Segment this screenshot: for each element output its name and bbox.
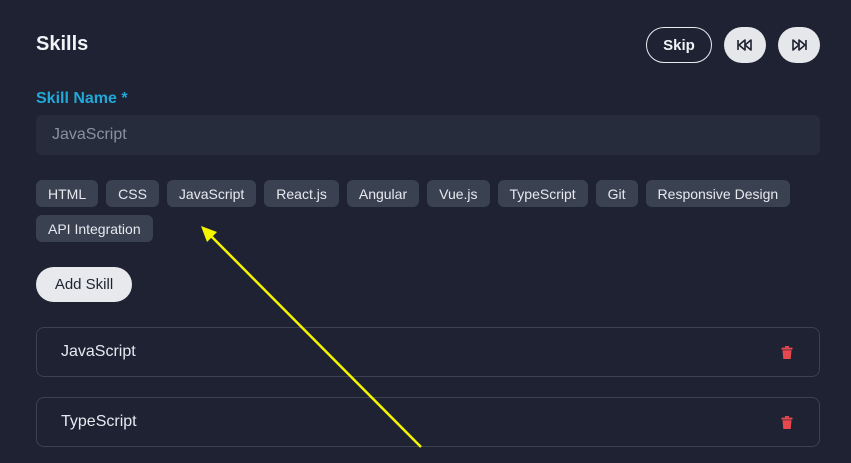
skip-back-icon [737,39,752,51]
suggestion-tag[interactable]: HTML [36,180,99,207]
added-skill-item: JavaScript [36,327,820,377]
skills-panel: Skills Skip Skill Name * HTML CSS JavaSc… [0,0,851,463]
add-skill-button[interactable]: Add Skill [36,267,132,302]
suggestion-tag[interactable]: JavaScript [166,180,257,207]
skill-name-input[interactable] [36,115,820,155]
suggestion-tag[interactable]: TypeScript [497,180,588,207]
skill-name-label: Skill Name * [36,90,128,107]
suggestion-tag[interactable]: Angular [346,180,420,207]
suggestion-tag[interactable]: CSS [106,180,159,207]
suggestion-tag[interactable]: Git [595,180,638,207]
skill-suggestions: HTML CSS JavaScript React.js Angular Vue… [36,180,826,242]
skip-forward-icon [792,39,807,51]
delete-skill-button[interactable] [779,344,795,360]
suggestion-tag[interactable]: React.js [264,180,339,207]
previous-step-button[interactable] [724,27,766,63]
next-step-button[interactable] [778,27,820,63]
added-skill-name: JavaScript [61,343,136,360]
trash-icon [781,345,793,359]
suggestion-tag[interactable]: Responsive Design [645,180,791,207]
added-skill-name: TypeScript [61,413,137,430]
added-skill-item: TypeScript [36,397,820,447]
suggestion-tag[interactable]: Vue.js [427,180,490,207]
trash-icon [781,415,793,429]
page-title: Skills [36,33,89,55]
suggestion-tag[interactable]: API Integration [36,215,153,242]
delete-skill-button[interactable] [779,414,795,430]
skip-button[interactable]: Skip [646,27,712,63]
